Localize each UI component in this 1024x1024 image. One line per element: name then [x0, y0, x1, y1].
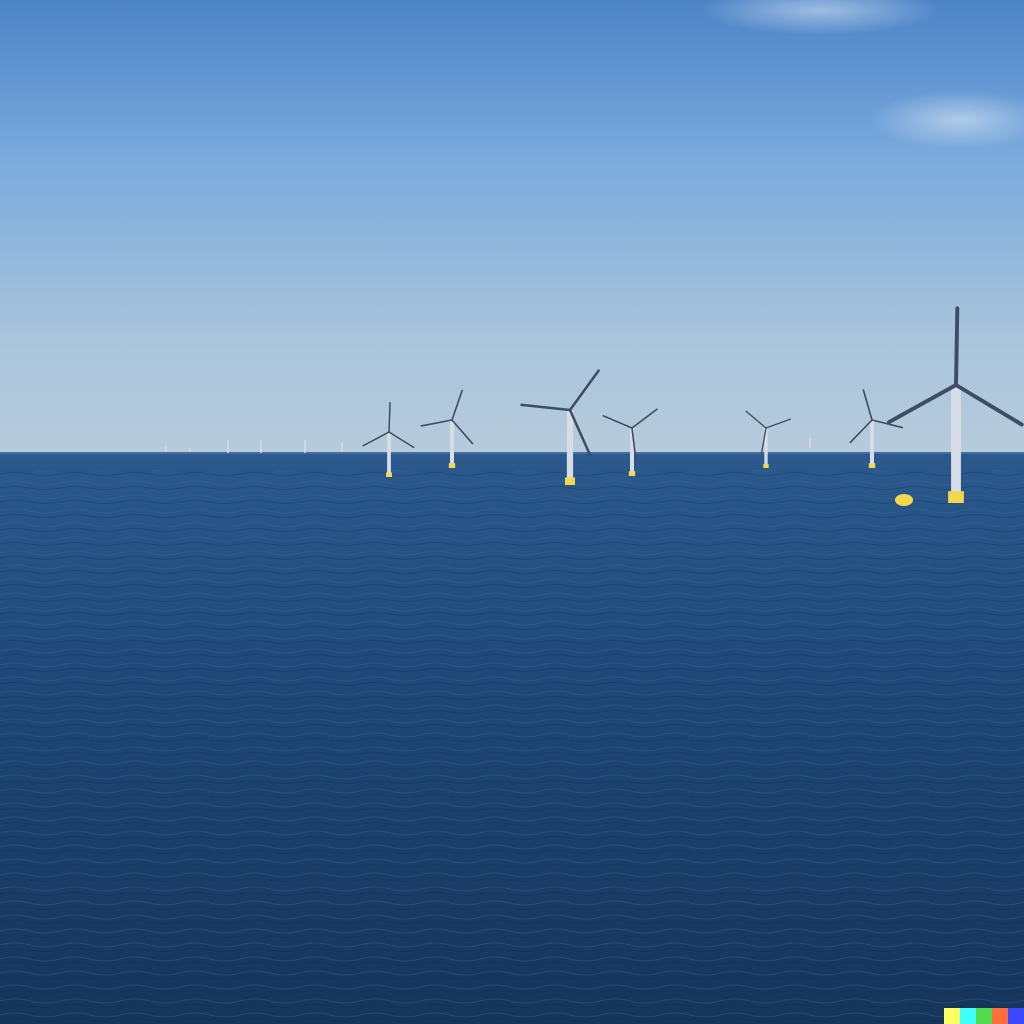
- ocean-landscape: [0, 0, 1024, 1024]
- turbine-tower: [566, 410, 574, 485]
- turbine-foundation: [763, 464, 769, 468]
- turbine-tower: [450, 420, 454, 468]
- photo-scene: [0, 0, 1024, 1024]
- palette-swatch: [976, 1008, 992, 1024]
- turbine-foundation: [448, 463, 456, 468]
- turbine-tower: [809, 438, 811, 448]
- palette-swatch: [960, 1008, 976, 1024]
- turbine-foundation: [386, 472, 392, 477]
- palette-swatch: [992, 1008, 1008, 1024]
- turbine-tower: [189, 448, 191, 452]
- turbine-tower: [227, 440, 229, 453]
- palette-swatch: [944, 1008, 960, 1024]
- turbine-foundation: [628, 471, 636, 476]
- turbine-foundation: [565, 477, 575, 485]
- wind-turbine: [809, 438, 811, 448]
- turbine-tower: [304, 440, 306, 453]
- color-palette-watermark: [944, 1008, 1024, 1024]
- sky: [0, 0, 1024, 453]
- yellow-buoy: [895, 494, 913, 506]
- wind-turbine: [341, 443, 343, 452]
- wind-turbine: [189, 448, 191, 452]
- wind-turbine: [304, 440, 306, 453]
- wind-turbine: [227, 440, 229, 453]
- turbine-tower: [870, 420, 874, 468]
- turbine-foundation: [948, 491, 964, 503]
- turbine-tower: [260, 440, 262, 453]
- turbine-tower: [165, 446, 167, 452]
- turbine-tower: [951, 385, 961, 503]
- turbine-blade: [388, 402, 391, 433]
- wind-turbine: [165, 446, 167, 452]
- palette-swatch: [1008, 1008, 1024, 1024]
- turbine-blade: [954, 306, 960, 387]
- turbine-tower: [387, 432, 391, 477]
- turbine-tower: [341, 443, 343, 452]
- sea-waves: [0, 470, 1024, 1024]
- turbine-foundation: [868, 463, 876, 468]
- wind-turbine: [260, 440, 262, 453]
